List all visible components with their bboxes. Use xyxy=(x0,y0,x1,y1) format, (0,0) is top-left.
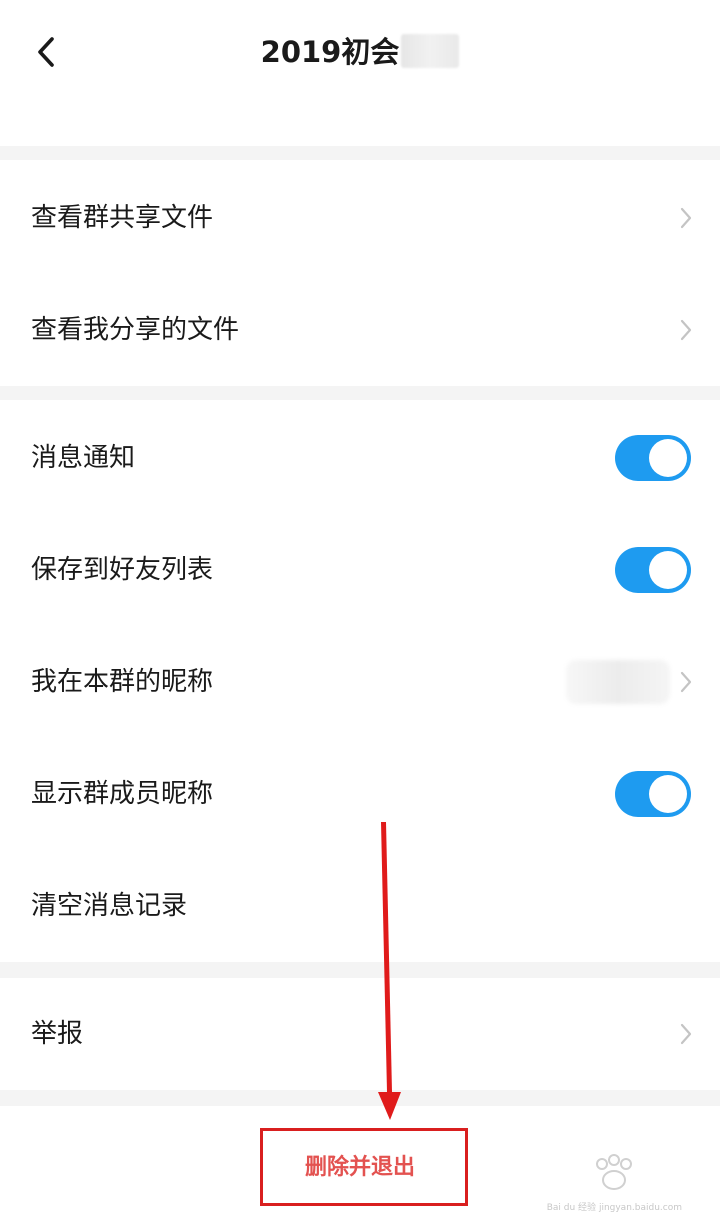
title-bar: 2019初会 xyxy=(0,0,720,105)
message-notification-toggle[interactable] xyxy=(615,435,691,481)
save-to-contacts-row: 保存到好友列表 xyxy=(0,514,720,626)
section-divider xyxy=(0,962,720,978)
watermark-url: jingyan.baidu.com xyxy=(598,1203,682,1213)
row-label: 显示群成员昵称 xyxy=(31,779,214,809)
my-shared-files-row[interactable]: 查看我分享的文件 xyxy=(0,274,720,386)
toggle-knob xyxy=(649,775,687,813)
row-label: 消息通知 xyxy=(31,443,136,473)
row-label: 查看群共享文件 xyxy=(31,203,214,233)
save-to-contacts-toggle[interactable] xyxy=(615,547,691,593)
show-member-nickname-row: 显示群成员昵称 xyxy=(0,738,720,850)
chevron-right-icon xyxy=(680,1023,692,1045)
page-title-text: 2019初会 xyxy=(260,35,400,69)
toggle-knob xyxy=(649,551,687,589)
chevron-right-icon xyxy=(680,671,692,693)
row-label: 查看我分享的文件 xyxy=(31,315,240,345)
row-label: 我在本群的昵称 xyxy=(31,667,214,697)
my-group-nickname-row[interactable]: 我在本群的昵称 xyxy=(0,626,720,738)
message-notification-row: 消息通知 xyxy=(0,402,720,514)
section-divider xyxy=(0,146,720,160)
watermark-brand: Bai du 经验 xyxy=(546,1203,597,1213)
row-label: 举报 xyxy=(31,1019,84,1049)
clear-history-row[interactable]: 清空消息记录 xyxy=(0,850,720,962)
redacted-title-blur xyxy=(401,34,460,68)
row-label: 保存到好友列表 xyxy=(31,555,214,585)
watermark-text: Bai du 经验 jingyan.baidu.com xyxy=(547,1200,682,1213)
section-divider xyxy=(0,1090,720,1106)
section-divider xyxy=(0,386,720,400)
report-row[interactable]: 举报 xyxy=(0,978,720,1090)
show-member-nickname-toggle[interactable] xyxy=(615,771,691,817)
row-label: 清空消息记录 xyxy=(31,891,188,921)
redacted-nickname-blur xyxy=(566,660,670,704)
toggle-knob xyxy=(649,439,687,477)
chevron-right-icon xyxy=(680,207,692,229)
group-shared-files-row[interactable]: 查看群共享文件 xyxy=(0,162,720,274)
annotation-highlight-box xyxy=(260,1128,468,1206)
page-title: 2019初会 xyxy=(0,32,720,72)
chevron-right-icon xyxy=(680,319,692,341)
